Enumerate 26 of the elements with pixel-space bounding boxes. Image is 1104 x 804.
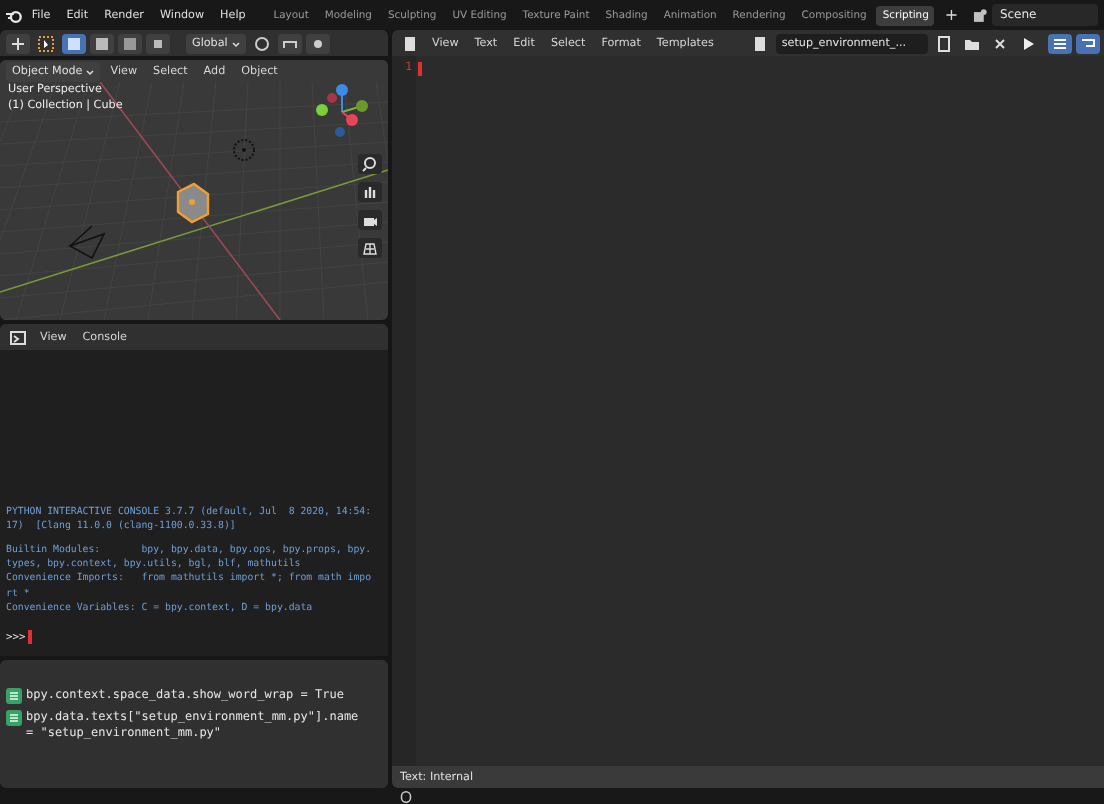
scene-icon: [972, 7, 988, 23]
select-extend-icon[interactable]: [90, 33, 114, 53]
caret-icon: [86, 67, 95, 75]
select-subtract-icon[interactable]: [118, 33, 142, 53]
line-numbers-icon[interactable]: [1047, 33, 1072, 53]
word-wrap-icon[interactable]: [1075, 33, 1100, 53]
add-workspace-button[interactable]: +: [938, 6, 965, 24]
select-intersect-icon[interactable]: [146, 33, 170, 53]
report-icon: [6, 688, 22, 704]
tool-icon[interactable]: [6, 33, 30, 53]
blender-logo-icon: [6, 7, 22, 23]
text-cursor: [27, 630, 32, 644]
navigation-gizmo-drawing: [312, 82, 372, 142]
select-new-icon[interactable]: [62, 33, 86, 53]
caret-icon: [231, 39, 240, 47]
cursor-icon[interactable]: [34, 33, 58, 53]
mouse-icon: [400, 789, 412, 803]
camera-icon[interactable]: [358, 210, 382, 230]
report-icon: [6, 710, 22, 726]
snap-icon[interactable]: [277, 33, 302, 53]
proportional-edit-icon[interactable]: [305, 33, 330, 53]
editor-type-icon[interactable]: [6, 327, 30, 347]
zoom-icon[interactable]: [358, 154, 382, 174]
pivot-icon[interactable]: [249, 33, 274, 53]
text-cursor: [418, 62, 422, 76]
grid-icon[interactable]: [358, 238, 382, 258]
